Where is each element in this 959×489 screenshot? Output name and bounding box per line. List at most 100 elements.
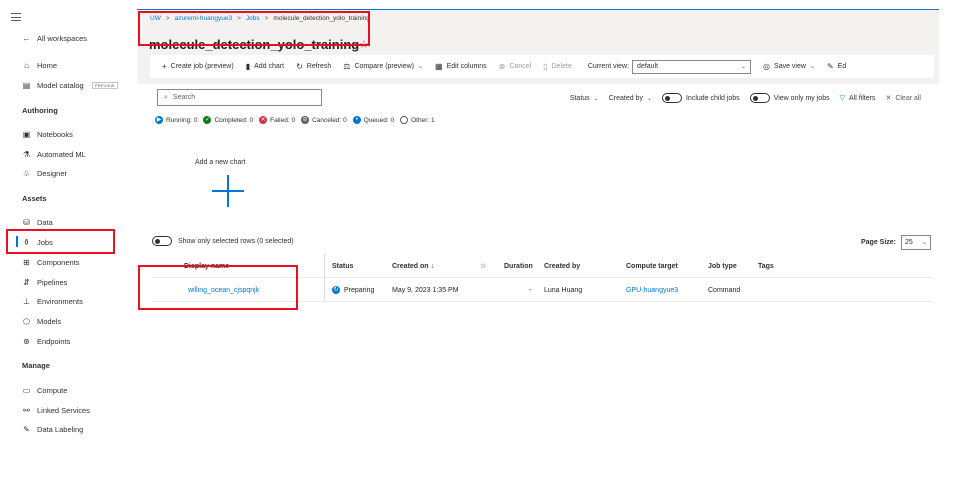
compare-icon: ⚖	[343, 62, 351, 71]
save-view-button[interactable]: ◎ Save view ⌄	[763, 62, 815, 71]
status-canceled[interactable]: ⊘ Canceled: 0	[301, 116, 347, 124]
sidebar-item-notebooks[interactable]: ▣ Notebooks	[22, 127, 73, 141]
toggle-switch[interactable]	[661, 93, 682, 103]
column-header-tags[interactable]: Tags	[758, 254, 774, 278]
sidebar-item-designer[interactable]: ♧ Designer	[22, 166, 67, 180]
breadcrumb-item[interactable]: UW	[150, 15, 161, 22]
delete-button[interactable]: ▯ Delete	[543, 62, 572, 71]
sidebar-item-model-catalog[interactable]: ▤ Model catalog PREVIEW	[22, 78, 118, 92]
favorite-column-star-icon[interactable]: ☆	[480, 254, 486, 278]
status-filter[interactable]: Status ⌄	[570, 95, 599, 102]
sidebar-item-environments[interactable]: ⊥ Environments	[22, 294, 83, 308]
sidebar-item-models[interactable]: ⬡ Models	[22, 314, 61, 328]
column-header-status[interactable]: Status	[332, 254, 353, 278]
sidebar-item-automated-ml[interactable]: ⚗ Automated ML	[22, 147, 86, 161]
page-size-dropdown[interactable]: 25 ⌄	[901, 235, 931, 250]
sidebar-item-label: Components	[37, 257, 80, 267]
page-size-value: 25	[905, 239, 913, 246]
flask-icon: ⚱	[23, 237, 30, 247]
status-queued[interactable]: • Queued: 0	[352, 116, 394, 124]
job-display-name-link[interactable]: willing_ocean_cjspqnjk	[188, 278, 259, 302]
column-header-compute-target[interactable]: Compute target	[626, 254, 678, 278]
current-view-dropdown[interactable]: default ⌄	[632, 59, 752, 74]
job-created-on: May 9, 2023 1:35 PM	[392, 286, 459, 294]
refresh-icon: ↻	[296, 62, 303, 71]
cube-icon: ⬡	[23, 316, 30, 326]
column-header-display-name[interactable]: Display name	[184, 254, 229, 278]
add-chart-tile[interactable]: Add a new chart	[195, 159, 265, 219]
toggle-switch[interactable]	[152, 236, 172, 246]
sidebar-item-label: Model catalog	[37, 80, 84, 90]
sidebar-item-home[interactable]: ⌂ Home	[22, 58, 57, 72]
main-content: UW > azureml-huangyue3 > Jobs > molecule…	[137, 9, 939, 469]
show-selected-rows-toggle[interactable]: Show only selected rows (0 selected)	[152, 236, 294, 246]
sidebar-item-components[interactable]: ⊞ Components	[22, 255, 80, 269]
edit-columns-button[interactable]: ▦ Edit columns	[435, 62, 487, 71]
chevron-down-icon: ⌄	[741, 64, 747, 70]
all-workspaces-link[interactable]: ← All workspaces	[22, 31, 88, 45]
search-input[interactable]: ⌕ Search	[157, 89, 322, 106]
include-child-jobs-toggle[interactable]: Include child jobs	[661, 93, 740, 103]
clear-all-button[interactable]: ✕ Clear all	[885, 94, 921, 103]
sidebar-item-jobs[interactable]: ⚱ Jobs	[22, 235, 53, 249]
column-header-created-on[interactable]: Created on ↓	[392, 254, 434, 278]
save-view-label: Save view	[774, 63, 806, 70]
sidebar-item-data-labeling[interactable]: ✎ Data Labeling	[22, 422, 83, 436]
chevron-down-icon: ⌄	[418, 64, 424, 70]
current-view-label: Current view:	[587, 63, 630, 70]
sidebar-item-label: Automated ML	[37, 149, 86, 159]
status-completed[interactable]: ✓ Completed: 0	[203, 116, 253, 124]
add-chart-button[interactable]: ▮ Add chart	[246, 62, 284, 71]
breadcrumb-item[interactable]: azureml-huangyue3	[175, 15, 232, 22]
plus-icon: +	[162, 62, 167, 71]
created-by-filter[interactable]: Created by ⌄	[609, 95, 652, 102]
add-chart-tile-label: Add a new chart	[195, 159, 246, 166]
table-row[interactable]: willing_ocean_cjspqnjk ↻ Preparing May 9…	[152, 278, 932, 302]
all-filters-button[interactable]: ▽ All filters	[840, 94, 876, 103]
search-placeholder: Search	[172, 94, 196, 101]
close-icon: ✕	[885, 95, 892, 102]
column-header-duration[interactable]: Duration	[504, 254, 533, 278]
link-icon: ⚯	[23, 405, 30, 415]
column-header-created-by[interactable]: Created by	[544, 254, 580, 278]
status-failed[interactable]: ✕ Failed: 0	[259, 116, 295, 124]
page-title: molecule_detection_yolo_training	[149, 37, 360, 52]
clear-all-label: Clear all	[895, 94, 921, 102]
all-filters-label: All filters	[848, 94, 876, 102]
endpoint-icon: ⊛	[23, 336, 30, 346]
create-job-button[interactable]: + Create job (preview)	[162, 62, 234, 71]
sidebar-item-pipelines[interactable]: ⇵ Pipelines	[22, 275, 67, 289]
breadcrumb-item[interactable]: Jobs	[246, 15, 260, 22]
column-header-job-type[interactable]: Job type	[708, 254, 737, 278]
current-view-value: default	[637, 63, 659, 70]
include-child-jobs-label: Include child jobs	[685, 94, 740, 102]
create-job-label: Create job (preview)	[170, 63, 234, 70]
status-other[interactable]: Other: 1	[400, 116, 435, 124]
catalog-icon: ▤	[22, 80, 31, 90]
show-selected-rows-label: Show only selected rows (0 selected)	[178, 237, 294, 245]
sidebar-item-compute[interactable]: ▭ Compute	[22, 383, 68, 397]
view-only-my-jobs-toggle[interactable]: View only my jobs	[749, 93, 830, 103]
cancel-icon: ⊗	[498, 62, 506, 71]
sidebar-item-data[interactable]: ⛁ Data	[22, 215, 53, 229]
refresh-button[interactable]: ↻ Refresh	[296, 62, 331, 71]
favorite-star-icon[interactable]: ☆	[359, 38, 369, 51]
edit-view-button[interactable]: ✎ Ed	[827, 62, 846, 71]
breadcrumb-current: molecule_detection_yolo_training	[273, 15, 370, 22]
compare-button[interactable]: ⚖ Compare (preview) ⌄	[343, 62, 423, 71]
components-icon: ⊞	[23, 257, 30, 267]
job-compute-target-link[interactable]: GPU-huangyue3	[626, 278, 678, 302]
table-header-row: Display name Status Created on ↓ ☆ Durat…	[152, 254, 932, 278]
status-count-label: Completed: 0	[214, 116, 254, 124]
status-running[interactable]: ▶ Running: 0	[155, 116, 197, 124]
sidebar-item-endpoints[interactable]: ⊛ Endpoints	[22, 334, 70, 348]
toggle-switch[interactable]	[749, 93, 770, 103]
completed-icon: ✓	[203, 116, 212, 124]
preview-badge: PREVIEW	[91, 81, 118, 89]
current-view-group: Current view: default ⌄	[587, 59, 752, 74]
hamburger-menu-icon[interactable]	[11, 13, 21, 21]
canceled-icon: ⊘	[301, 116, 310, 124]
sidebar-item-linked-services[interactable]: ⚯ Linked Services	[22, 403, 90, 417]
cancel-button[interactable]: ⊗ Cancel	[499, 62, 532, 71]
status-count-label: Other: 1	[411, 116, 435, 124]
